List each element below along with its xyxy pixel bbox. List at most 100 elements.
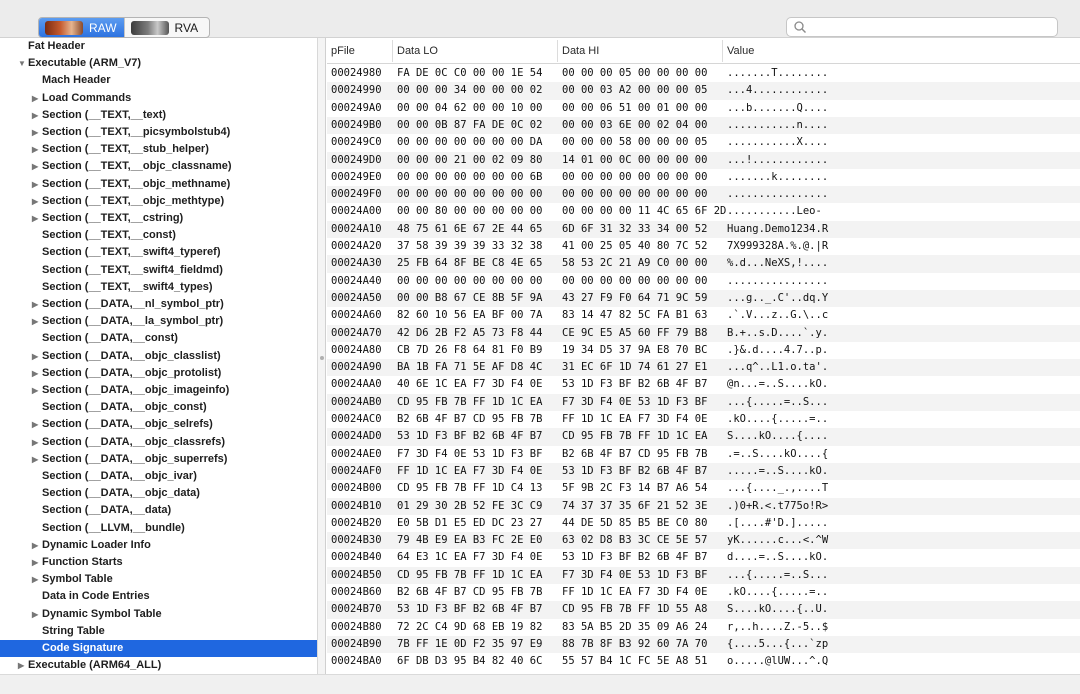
table-row[interactable]: 00024B00 CD 95 FB 7B FF 1D C4 13 5F 9B 2C …	[327, 480, 1080, 497]
table-row[interactable]: 00024AD0 53 1D F3 BF B2 6B 4F B7 CD 95 FB …	[327, 428, 1080, 446]
table-row[interactable]: 000249D0 00 00 00 21 00 02 09 80 14 01 00 …	[327, 151, 1080, 169]
table-row[interactable]: 00024B80 72 2C C4 9D 68 EB 19 82 83 5A B5 …	[327, 619, 1080, 636]
table-row[interactable]: 000249C0 00 00 00 00 00 00 00 DA 00 00 00 …	[327, 134, 1080, 151]
table-row[interactable]: 00024B70 53 1D F3 BF B2 6B 4F B7 CD 95 FB …	[327, 601, 1080, 619]
table-row[interactable]: 00024AA0 40 6E 1C EA F7 3D F4 0E 53 1D F3 …	[327, 376, 1080, 393]
tree-item[interactable]: Section (__DATA,__data)	[0, 502, 317, 519]
tree-item[interactable]: ▶ Load Commands	[0, 90, 317, 107]
tree-item[interactable]: ▶ Section (__DATA,__objc_imageinfo)	[0, 382, 317, 399]
disclosure-closed-icon[interactable]: ▶	[32, 210, 42, 227]
table-row[interactable]: 00024A70 42 D6 2B F2 A5 73 F8 44 CE 9C E5 …	[327, 324, 1080, 342]
disclosure-closed-icon[interactable]: ▶	[32, 141, 42, 158]
table-row[interactable]: 00024B20 E0 5B D1 E5 ED DC 23 27 44 DE 5D …	[327, 515, 1080, 532]
disclosure-closed-icon[interactable]: ▶	[32, 416, 42, 433]
tree-item[interactable]: ▶ Executable (ARM64_ALL)	[0, 657, 317, 674]
disclosure-closed-icon[interactable]: ▶	[32, 193, 42, 210]
tree-item[interactable]: ▼ Executable (ARM_V7)	[0, 55, 317, 72]
column-header-value[interactable]: Value	[727, 45, 754, 57]
table-row[interactable]: 00024AB0 CD 95 FB 7B FF 1D 1C EA F7 3D F4 …	[327, 393, 1080, 411]
table-row[interactable]: 00024A90 BA 1B FA 71 5E AF D8 4C 31 EC 6F …	[327, 359, 1080, 377]
tree-item[interactable]: ▶ Section (__TEXT,__picsymbolstub4)	[0, 124, 317, 141]
tree-item[interactable]: ▶ Section (__TEXT,__cstring)	[0, 210, 317, 227]
table-row[interactable]: 00024B30 79 4B E9 EA B3 FC 2E E0 63 02 D8 …	[327, 532, 1080, 550]
tree-item[interactable]: Section (__TEXT,__swift4_fieldmd)	[0, 262, 317, 279]
table-row[interactable]: 00024A00 00 00 80 00 00 00 00 00 00 00 00 …	[327, 203, 1080, 220]
tree-item[interactable]: ▶ Section (__TEXT,__text)	[0, 107, 317, 124]
tree-item[interactable]: Fat Header	[0, 38, 317, 55]
disclosure-closed-icon[interactable]: ▶	[32, 176, 42, 193]
disclosure-closed-icon[interactable]: ▶	[32, 606, 42, 623]
disclosure-closed-icon[interactable]: ▶	[32, 554, 42, 571]
tree-item[interactable]: Section (__TEXT,__swift4_typeref)	[0, 244, 317, 261]
tree-item[interactable]: Section (__DATA,__objc_data)	[0, 485, 317, 502]
disclosure-closed-icon[interactable]: ▶	[32, 365, 42, 382]
tree-item[interactable]: ▶ Section (__DATA,__objc_classrefs)	[0, 434, 317, 451]
tree-item[interactable]: ▶ Section (__DATA,__objc_protolist)	[0, 365, 317, 382]
disclosure-closed-icon[interactable]: ▶	[32, 158, 42, 175]
disclosure-open-icon[interactable]: ▼	[18, 55, 28, 72]
table-row[interactable]: 00024B60 B2 6B 4F B7 CD 95 FB 7B FF 1D 1C …	[327, 584, 1080, 601]
disclosure-closed-icon[interactable]: ▶	[32, 313, 42, 330]
table-row[interactable]: 00024A10 48 75 61 6E 67 2E 44 65 6D 6F 31 …	[327, 220, 1080, 238]
tree-item[interactable]: Section (__DATA,__objc_const)	[0, 399, 317, 416]
table-row[interactable]: 00024A40 00 00 00 00 00 00 00 00 00 00 00 …	[327, 273, 1080, 290]
search-field[interactable]	[786, 17, 1058, 37]
table-row[interactable]: 000249F0 00 00 00 00 00 00 00 00 00 00 00 …	[327, 186, 1080, 204]
tree-item[interactable]: ▶ Section (__TEXT,__objc_methtype)	[0, 193, 317, 210]
rva-tab[interactable]: RVA	[123, 18, 210, 37]
disclosure-closed-icon[interactable]: ▶	[32, 107, 42, 124]
table-row[interactable]: 000249A0 00 00 04 62 00 00 10 00 00 00 06 …	[327, 100, 1080, 117]
tree-item[interactable]: ▶ Dynamic Loader Info	[0, 537, 317, 554]
table-row[interactable]: 00024A50 00 00 B8 67 CE 8B 5F 9A 43 27 F9 …	[327, 289, 1080, 308]
table-row[interactable]: 00024BA0 6F DB D3 95 B4 82 40 6C 55 57 B4 …	[327, 653, 1080, 670]
split-view-divider[interactable]	[318, 38, 326, 674]
disclosure-closed-icon[interactable]: ▶	[32, 537, 42, 554]
tree-item[interactable]: ▶ Dynamic Symbol Table	[0, 606, 317, 623]
tree-item[interactable]: Section (__LLVM,__bundle)	[0, 520, 317, 537]
tree-item[interactable]: ▶ Section (__DATA,__nl_symbol_ptr)	[0, 296, 317, 313]
table-row[interactable]: 00024990 00 00 00 34 00 00 00 02 00 00 03 …	[327, 82, 1080, 100]
table-row[interactable]: 000249B0 00 00 0B 87 FA DE 0C 02 00 00 03 …	[327, 116, 1080, 135]
tree-item[interactable]: ▶ Section (__TEXT,__objc_methname)	[0, 176, 317, 193]
tree-item[interactable]: ▶ Section (__TEXT,__objc_classname)	[0, 158, 317, 175]
table-row[interactable]: 00024A20 37 58 39 39 39 33 32 38 41 00 25 …	[327, 238, 1080, 255]
tree-item[interactable]: Section (__TEXT,__swift4_types)	[0, 279, 317, 296]
disclosure-closed-icon[interactable]: ▶	[32, 348, 42, 365]
tree-item[interactable]: ▶ Section (__DATA,__objc_selrefs)	[0, 416, 317, 433]
table-row[interactable]: 00024B90 7B FF 1E 0D F2 35 97 E9 88 7B 8F …	[327, 635, 1080, 654]
tree-item[interactable]: Section (__TEXT,__const)	[0, 227, 317, 244]
disclosure-closed-icon[interactable]: ▶	[32, 296, 42, 313]
raw-tab[interactable]: RAW	[39, 18, 124, 37]
table-row[interactable]: 00024B50 CD 95 FB 7B FF 1D 1C EA F7 3D F4 …	[327, 566, 1080, 584]
tree-item[interactable]: ▶ Function Starts	[0, 554, 317, 571]
tree-item[interactable]: Code Signature	[0, 640, 317, 658]
tree-item[interactable]: ▶ Section (__DATA,__la_symbol_ptr)	[0, 313, 317, 330]
column-header-data-hi[interactable]: Data HI	[562, 45, 599, 57]
disclosure-closed-icon[interactable]: ▶	[32, 571, 42, 588]
table-row[interactable]: 00024A80 CB 7D 26 F8 64 81 F0 B9 19 34 D5 …	[327, 342, 1080, 359]
tree-item[interactable]: Section (__DATA,__objc_ivar)	[0, 468, 317, 485]
table-row[interactable]: 00024AC0 B2 6B 4F B7 CD 95 FB 7B FF 1D 1C …	[327, 411, 1080, 428]
tree-item[interactable]: ▶ Symbol Table	[0, 571, 317, 588]
disclosure-closed-icon[interactable]: ▶	[32, 451, 42, 468]
tree-item[interactable]: ▶ Section (__DATA,__objc_superrefs)	[0, 451, 317, 468]
horizontal-scrollbar[interactable]	[0, 674, 1080, 694]
table-row[interactable]: 000249E0 00 00 00 00 00 00 00 6B 00 00 00 …	[327, 169, 1080, 186]
disclosure-closed-icon[interactable]: ▶	[32, 124, 42, 141]
disclosure-closed-icon[interactable]: ▶	[32, 434, 42, 451]
column-header-data-lo[interactable]: Data LO	[397, 45, 438, 57]
table-row[interactable]: 00024A60 82 60 10 56 EA BF 00 7A 83 14 47 …	[327, 307, 1080, 324]
table-row[interactable]: 00024B10 01 29 30 2B 52 FE 3C C9 74 37 37 …	[327, 497, 1080, 515]
disclosure-closed-icon[interactable]: ▶	[32, 382, 42, 399]
tree-item[interactable]: String Table	[0, 623, 317, 640]
disclosure-closed-icon[interactable]: ▶	[18, 657, 28, 674]
tree-item[interactable]: Section (__DATA,__const)	[0, 330, 317, 347]
table-row[interactable]: 00024B40 64 E3 1C EA F7 3D F4 0E 53 1D F3 …	[327, 549, 1080, 566]
table-row[interactable]: 00024A30 25 FB 64 8F BE C8 4E 65 58 53 2C …	[327, 255, 1080, 273]
tree-item[interactable]: ▶ Section (__DATA,__objc_classlist)	[0, 348, 317, 365]
tree-item[interactable]: Mach Header	[0, 72, 317, 89]
tree-item[interactable]: ▶ Section (__TEXT,__stub_helper)	[0, 141, 317, 158]
table-row[interactable]: 00024980 FA DE 0C C0 00 00 1E 54 00 00 00 …	[327, 65, 1080, 82]
table-row[interactable]: 00024AE0 F7 3D F4 0E 53 1D F3 BF B2 6B 4F …	[327, 446, 1080, 463]
tree-item[interactable]: Data in Code Entries	[0, 588, 317, 605]
